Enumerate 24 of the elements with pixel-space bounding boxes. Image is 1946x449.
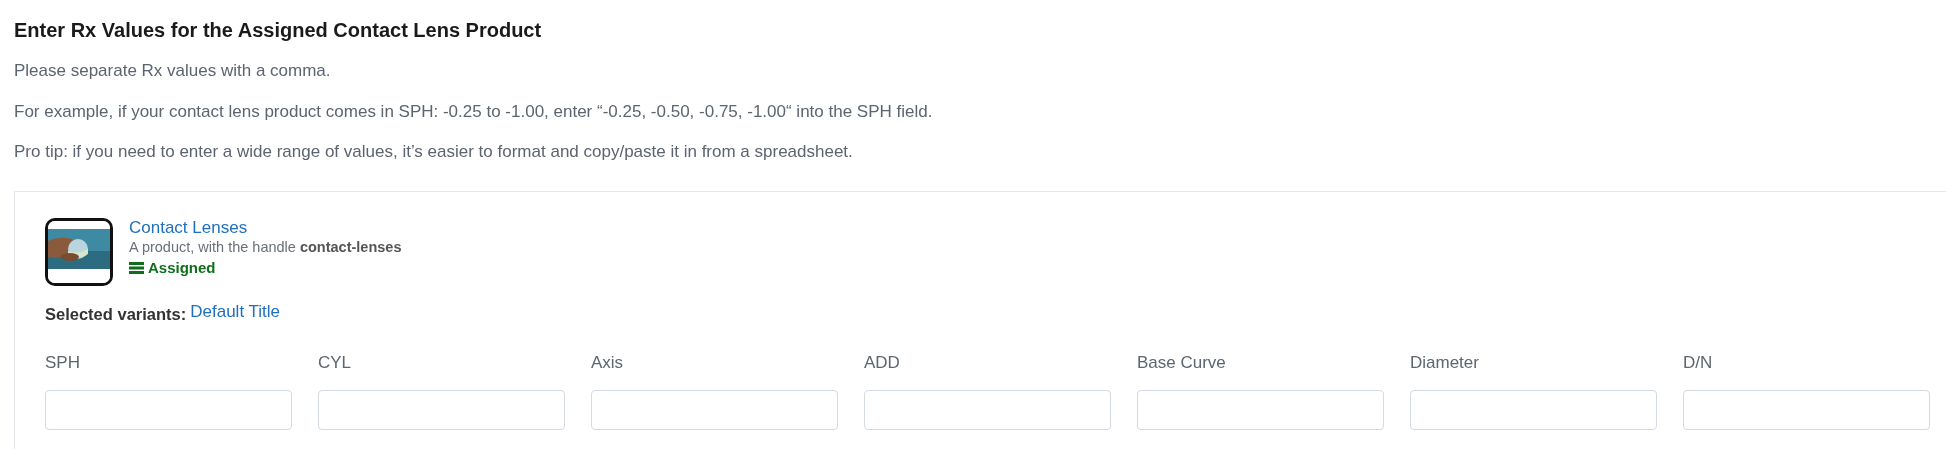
field-label: ADD	[864, 352, 901, 375]
variant-link[interactable]: Default Title	[190, 301, 280, 327]
input-field[interactable]	[318, 389, 565, 430]
field-label: Diameter	[1410, 352, 1480, 375]
field-label: CYL	[318, 352, 353, 375]
variants-label: Selected variants:	[45, 303, 187, 325]
instruction-text: Pro tip: if you need to enter a wide range of values, it’s easier to format and copy/paste it in from a spreadsheet.	[14, 141, 854, 163]
page-heading: Enter Rx Values for the Assigned Contact Lens Product	[14, 18, 543, 42]
product-description: A product, with the handle contact-lenses	[129, 237, 402, 257]
input-field[interactable]	[591, 389, 838, 430]
field-label: D/N	[1683, 352, 1714, 375]
input-field[interactable]	[864, 389, 1111, 430]
input-field[interactable]	[1137, 389, 1384, 430]
status-label: Assigned	[148, 257, 216, 278]
input-field[interactable]	[1683, 389, 1930, 430]
instruction-text: For example, if your contact lens product comes in SPH: -0.25 to -1.00, enter “-0.25, -0.50, -0.75, -1.00“ into the SPH field.	[14, 100, 934, 123]
field-label: Axis	[591, 352, 625, 375]
product-link[interactable]: Contact Lenses	[129, 217, 402, 238]
field-label: Base Curve	[1137, 352, 1227, 375]
instruction-text: Please separate Rx values with a comma.	[14, 60, 332, 82]
list-icon	[129, 262, 144, 274]
field-label: SPH	[45, 352, 81, 375]
input-field[interactable]	[1410, 389, 1657, 430]
input-field[interactable]	[45, 389, 292, 430]
